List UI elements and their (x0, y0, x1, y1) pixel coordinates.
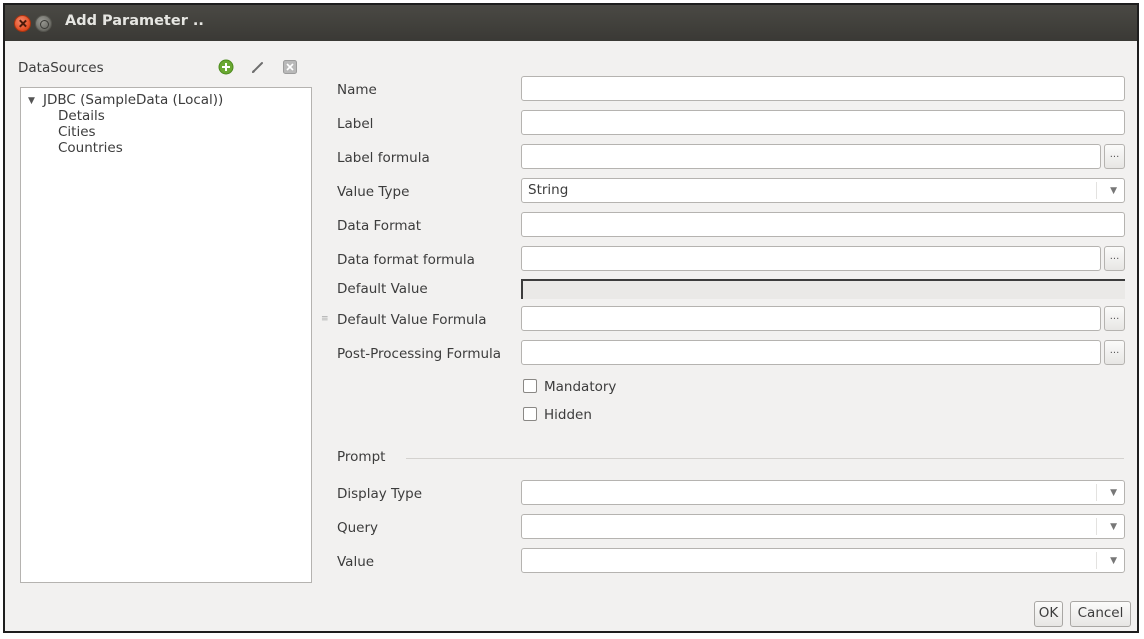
post-processing-formula-label: Post-Processing Formula (337, 346, 502, 362)
label-input[interactable] (521, 110, 1125, 135)
data-format-formula-edit-button[interactable]: ... (1104, 246, 1125, 271)
name-input[interactable] (521, 76, 1125, 101)
drag-handle-icon[interactable]: ≡ (321, 314, 329, 324)
datasources-label: DataSources (18, 60, 104, 76)
tree-item-root[interactable]: ▼ JDBC (SampleData (Local)) (26, 92, 223, 108)
prompt-divider (406, 458, 1124, 459)
chevron-down-icon: ▼ (1110, 556, 1117, 566)
post-processing-formula-input[interactable] (521, 340, 1101, 365)
edit-icon[interactable] (249, 58, 267, 76)
value-type-label: Value Type (337, 184, 410, 200)
select-divider (1096, 552, 1097, 569)
default-value-formula-label: Default Value Formula (337, 312, 487, 328)
tree-expand-icon[interactable]: ▼ (28, 93, 35, 109)
label-formula-edit-button[interactable]: ... (1104, 144, 1125, 169)
default-value-field[interactable] (521, 279, 1125, 299)
delete-icon[interactable] (281, 58, 299, 76)
mandatory-checkbox[interactable] (523, 379, 537, 393)
chevron-down-icon: ▼ (1110, 186, 1117, 196)
data-format-formula-input[interactable] (521, 246, 1101, 271)
minimize-icon[interactable] (35, 15, 52, 32)
label-formula-label: Label formula (337, 150, 430, 166)
hidden-label: Hidden (544, 407, 592, 423)
tree-item-countries[interactable]: Countries (58, 140, 123, 156)
title-bar: Add Parameter .. (5, 5, 1137, 41)
hidden-checkbox[interactable] (523, 407, 537, 421)
display-type-label: Display Type (337, 486, 423, 502)
window-title: Add Parameter .. (65, 13, 204, 29)
data-format-label: Data Format (337, 218, 422, 234)
datasources-tree[interactable]: ▼ JDBC (SampleData (Local)) Details Citi… (20, 87, 312, 583)
label-formula-input[interactable] (521, 144, 1101, 169)
tree-root-label: JDBC (SampleData (Local)) (43, 92, 224, 108)
select-divider (1096, 518, 1097, 535)
data-format-input[interactable] (521, 212, 1125, 237)
mandatory-label: Mandatory (544, 379, 617, 395)
select-divider (1096, 182, 1097, 199)
value-type-select[interactable]: String ▼ (521, 178, 1125, 203)
display-type-select[interactable]: ▼ (521, 480, 1125, 505)
close-icon[interactable] (14, 15, 31, 32)
default-value-formula-edit-button[interactable]: ... (1104, 306, 1125, 331)
value-select[interactable]: ▼ (521, 548, 1125, 573)
chevron-down-icon: ▼ (1110, 488, 1117, 498)
value-label: Value (337, 554, 375, 570)
post-processing-formula-edit-button[interactable]: ... (1104, 340, 1125, 365)
add-parameter-dialog: Add Parameter .. DataSources ▼ JDBC (Sam… (3, 3, 1139, 633)
tree-item-cities[interactable]: Cities (58, 124, 96, 140)
mandatory-option[interactable]: Mandatory (523, 379, 616, 395)
query-select[interactable]: ▼ (521, 514, 1125, 539)
chevron-down-icon: ▼ (1110, 522, 1117, 532)
default-value-formula-input[interactable] (521, 306, 1101, 331)
value-type-selected: String (528, 182, 569, 198)
data-format-formula-label: Data format formula (337, 252, 475, 268)
default-value-label: Default Value (337, 281, 428, 297)
query-label: Query (337, 520, 379, 536)
prompt-section-label: Prompt (337, 449, 386, 465)
label-label: Label (337, 116, 374, 132)
cancel-button[interactable]: Cancel (1070, 601, 1131, 627)
select-divider (1096, 484, 1097, 501)
name-label: Name (337, 82, 377, 98)
hidden-option[interactable]: Hidden (523, 407, 592, 423)
add-datasource-icon[interactable] (217, 58, 235, 76)
ok-button[interactable]: OK (1034, 601, 1063, 627)
tree-item-details[interactable]: Details (58, 108, 105, 124)
